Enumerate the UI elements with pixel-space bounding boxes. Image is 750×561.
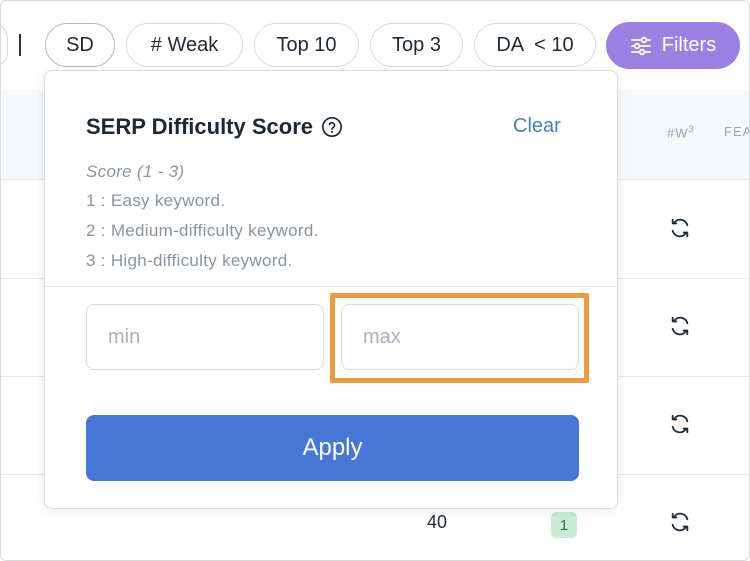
chip-weak-label: # Weak xyxy=(150,33,219,56)
apply-button[interactable]: Apply xyxy=(86,415,579,481)
serp-difficulty-popover: SERP Difficulty Score Clear Score (1 - 3… xyxy=(44,70,618,509)
difficulty-level-1: 1 : Easy keyword. xyxy=(86,191,226,210)
chip-top-10[interactable]: Top 10 xyxy=(254,23,359,67)
column-w3-sup: 3 xyxy=(688,124,695,134)
difficulty-level-2: 2 : Medium-difficulty keyword. xyxy=(86,221,319,240)
chip-weak[interactable]: # Weak xyxy=(126,23,243,67)
chip-separator xyxy=(19,34,21,56)
filters-label: Filters xyxy=(661,34,717,56)
column-w3-label: #W xyxy=(667,125,689,141)
clear-link[interactable]: Clear xyxy=(513,115,561,138)
max-input-highlight xyxy=(330,293,589,383)
filters-button[interactable]: Filters xyxy=(606,22,740,69)
chip-sd[interactable]: SD xyxy=(45,23,115,67)
table-cell-value: 40 xyxy=(427,512,448,532)
question-circle-icon[interactable] xyxy=(321,116,343,138)
chip-top-3[interactable]: Top 3 xyxy=(370,23,463,67)
difficulty-level-3: 3 : High-difficulty keyword. xyxy=(86,251,293,270)
refresh-icon[interactable] xyxy=(669,511,691,533)
chip-top10-label: Top 10 xyxy=(276,33,337,56)
chip-sd-label: SD xyxy=(66,33,94,56)
min-input[interactable] xyxy=(86,304,324,370)
chip-partial[interactable] xyxy=(0,23,8,67)
sliders-icon xyxy=(630,36,651,55)
chip-da[interactable]: DA < 10 xyxy=(474,23,596,67)
chip-da-label: DA < 10 xyxy=(496,33,574,56)
refresh-icon[interactable] xyxy=(669,413,691,435)
column-header-features[interactable]: FEA xyxy=(724,124,750,139)
popover-title-text: SERP Difficulty Score xyxy=(86,114,313,139)
popover-divider xyxy=(45,286,617,287)
refresh-icon[interactable] xyxy=(669,217,691,239)
score-range-text: Score (1 - 3) xyxy=(86,162,185,181)
column-header-w3[interactable]: #W3 xyxy=(667,124,695,140)
popover-title: SERP Difficulty Score xyxy=(86,114,343,140)
count-badge: 1 xyxy=(551,512,577,538)
chip-top3-label: Top 3 xyxy=(392,33,441,56)
refresh-icon[interactable] xyxy=(669,315,691,337)
